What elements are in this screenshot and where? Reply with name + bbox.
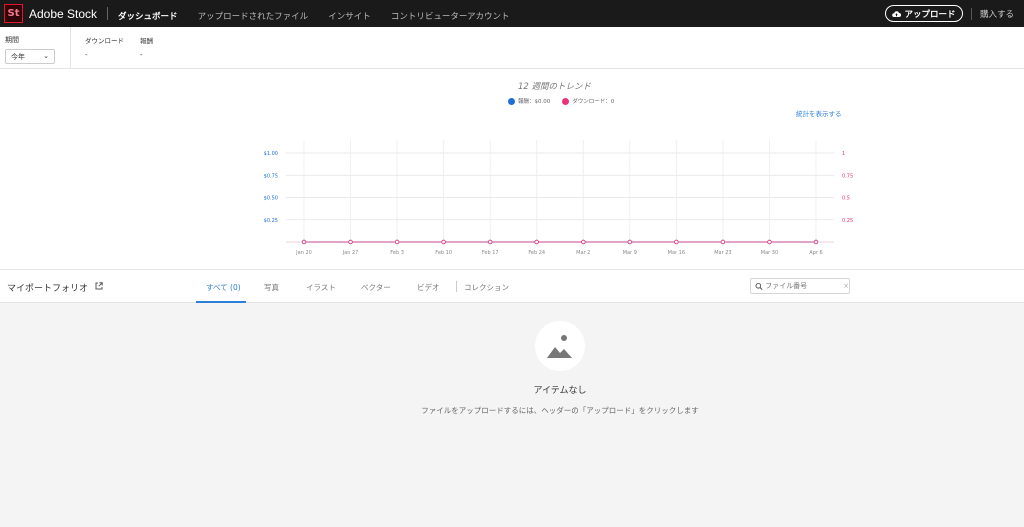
data-point-downloads bbox=[487, 239, 493, 245]
x-tick-label: Mar 9 bbox=[623, 250, 637, 256]
trend-chart: $0.25 $0.50 $0.75 $1.00 0.25 0.5 0.75 1 Jan 20 Ja… bbox=[264, 140, 853, 256]
portfolio-bar: マイポートフォリオ すべて (0) 写真 イラスト ベクター ビデオ コレクショ… bbox=[0, 269, 1024, 303]
empty-state-description: ファイルをアップロードするには、ヘッダーの「アップロード」をクリックします bbox=[421, 406, 699, 415]
x-tick-label: Feb 10 bbox=[435, 250, 452, 256]
data-point-downloads bbox=[348, 239, 353, 245]
data-point-downloads bbox=[674, 239, 679, 245]
file-search[interactable]: × bbox=[750, 278, 850, 294]
tab-separator bbox=[456, 281, 457, 292]
x-tick-label: Jan 27 bbox=[342, 250, 359, 256]
y-left-tick-label: $1.00 bbox=[264, 151, 278, 157]
x-tick-label: Mar 16 bbox=[668, 250, 685, 256]
y-left-tick-label: $0.75 bbox=[264, 173, 278, 179]
x-tick-label: Mar 23 bbox=[714, 250, 731, 256]
x-tick-label: Jan 20 bbox=[295, 250, 312, 256]
external-link-icon[interactable] bbox=[95, 282, 103, 290]
search-icon bbox=[755, 282, 763, 290]
file-number-input[interactable] bbox=[765, 282, 838, 290]
empty-state-title: アイテムなし bbox=[533, 386, 587, 396]
clear-search-icon[interactable]: × bbox=[843, 282, 849, 290]
y-right-tick-label: 1 bbox=[842, 151, 845, 157]
empty-image-icon bbox=[535, 321, 585, 371]
data-point-downloads bbox=[720, 239, 726, 245]
data-point-downloads bbox=[581, 239, 586, 245]
x-tick-label: Feb 24 bbox=[528, 250, 545, 256]
tab-all[interactable]: すべて (0) bbox=[206, 282, 241, 293]
y-right-tick-label: 0.25 bbox=[842, 218, 853, 224]
tab-illustrations[interactable]: イラスト bbox=[306, 282, 336, 293]
tab-vectors[interactable]: ベクター bbox=[361, 282, 391, 293]
data-point-downloads bbox=[813, 239, 819, 245]
portfolio-title: マイポートフォリオ bbox=[7, 284, 89, 294]
y-right-tick-label: 0.75 bbox=[842, 173, 853, 179]
x-tick-label: Feb 3 bbox=[390, 250, 404, 256]
data-point-downloads bbox=[301, 239, 307, 245]
x-tick-label: Feb 17 bbox=[482, 250, 499, 256]
y-right-tick-label: 0.5 bbox=[842, 196, 850, 202]
data-point-downloads bbox=[441, 239, 446, 245]
x-tick-label: Apr 6 bbox=[809, 250, 822, 256]
y-left-tick-label: $0.50 bbox=[264, 196, 278, 202]
data-point-downloads bbox=[394, 239, 400, 245]
empty-state: アイテムなし ファイルをアップロードするには、ヘッダーの「アップロード」をクリッ… bbox=[0, 303, 1024, 527]
tab-photos[interactable]: 写真 bbox=[264, 282, 279, 293]
x-tick-label: Mar 30 bbox=[761, 250, 778, 256]
y-left-tick-label: $0.25 bbox=[264, 218, 278, 224]
tab-collections[interactable]: コレクション bbox=[464, 282, 509, 293]
tab-videos[interactable]: ビデオ bbox=[417, 282, 440, 293]
data-point-downloads bbox=[627, 239, 633, 245]
data-point-downloads bbox=[767, 239, 772, 245]
data-point-downloads bbox=[534, 239, 539, 245]
x-tick-label: Mar 2 bbox=[576, 250, 590, 256]
